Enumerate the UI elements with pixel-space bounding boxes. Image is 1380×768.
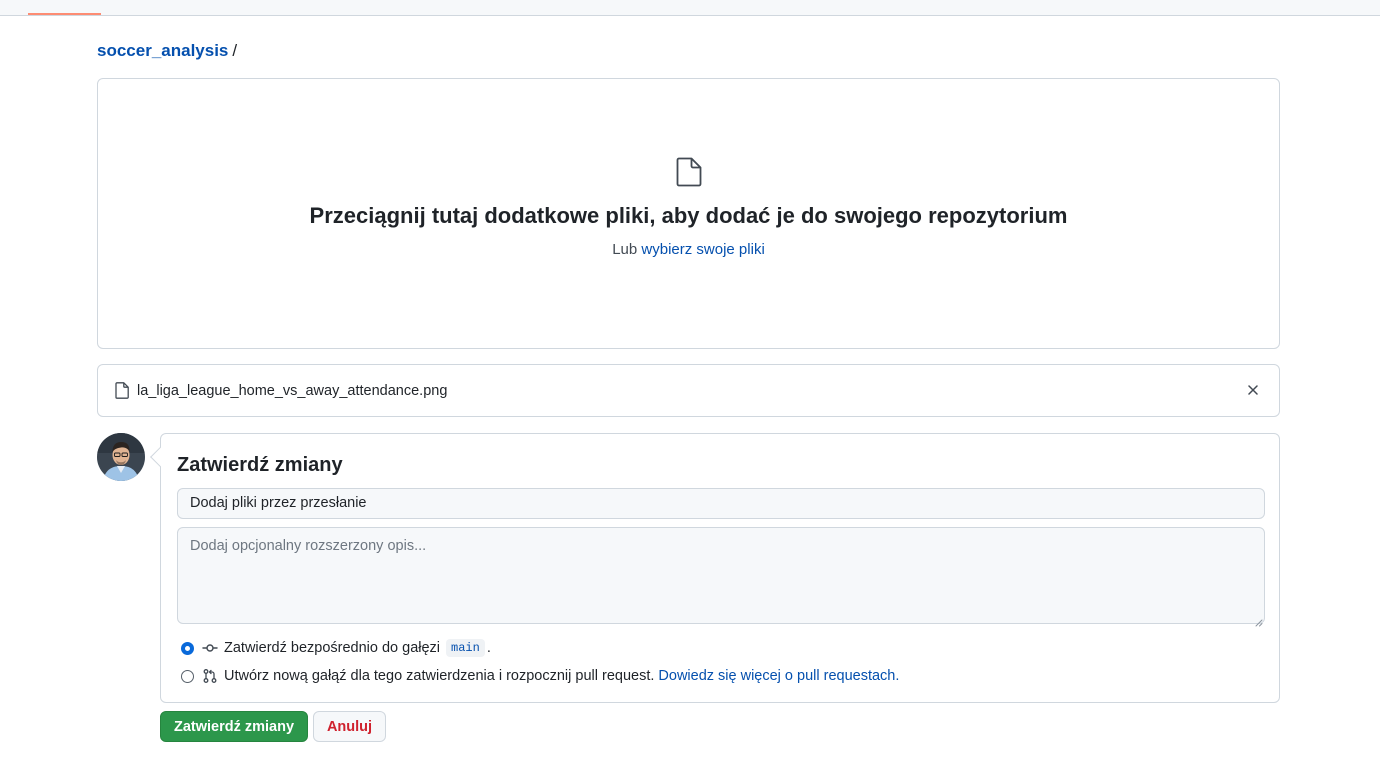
new-branch-pr-radio[interactable]	[181, 669, 194, 683]
commit-direct-radio[interactable]	[181, 641, 194, 655]
commit-changes-button[interactable]: Zatwierdź zmiany	[160, 711, 308, 742]
commit-changes-panel: Zatwierdź zmiany Dodaj pliki przez przes…	[150, 433, 1280, 703]
top-nav-bar	[0, 0, 1380, 16]
drop-zone-subtitle-prefix: Lub	[612, 241, 638, 258]
cancel-button[interactable]: Anuluj	[313, 711, 386, 742]
new-branch-pr-option[interactable]: Utwórz nową gałąź dla tego zatwierdzenia…	[181, 666, 899, 686]
panel-pointer	[150, 447, 170, 467]
avatar[interactable]	[97, 433, 145, 481]
uploaded-file-name: la_liga_league_home_vs_away_attendance.p…	[137, 383, 448, 399]
active-tab-indicator	[28, 13, 101, 15]
file-drop-zone[interactable]: Przeciągnij tutaj dodatkowe pliki, aby d…	[97, 78, 1280, 349]
commit-direct-label: Zatwierdź bezpośrednio do gałęzi	[224, 640, 441, 656]
drop-zone-subtitle: Lub wybierz swoje pliki	[98, 241, 1279, 258]
file-icon	[115, 382, 129, 404]
learn-more-pr-link[interactable]: Dowiedz się więcej o pull requestach.	[658, 668, 899, 684]
commit-direct-suffix: .	[486, 640, 491, 656]
breadcrumb: soccer_analysis /	[97, 41, 237, 61]
breadcrumb-repo-link[interactable]: soccer_analysis	[97, 41, 228, 60]
breadcrumb-separator: /	[232, 41, 238, 60]
close-icon[interactable]	[1244, 381, 1262, 399]
choose-files-link[interactable]: wybierz swoje pliki	[641, 241, 764, 258]
commit-heading: Zatwierdź zmiany	[177, 454, 343, 476]
uploaded-file-row: la_liga_league_home_vs_away_attendance.p…	[97, 364, 1280, 417]
new-branch-pr-label: Utwórz nową gałąź dla tego zatwierdzenia…	[224, 668, 655, 684]
branch-name-badge: main	[446, 639, 485, 657]
drop-zone-title: Przeciągnij tutaj dodatkowe pliki, aby d…	[309, 203, 1068, 228]
file-icon	[676, 157, 702, 192]
commit-summary-input[interactable]: Dodaj pliki przez przesłanie	[177, 488, 1265, 519]
commit-direct-option[interactable]: Zatwierdź bezpośrednio do gałęzi main .	[181, 638, 491, 658]
git-pull-request-icon	[202, 668, 218, 684]
resize-handle-icon[interactable]	[1255, 614, 1263, 632]
git-commit-icon	[202, 640, 218, 656]
commit-description-input[interactable]	[177, 527, 1265, 624]
